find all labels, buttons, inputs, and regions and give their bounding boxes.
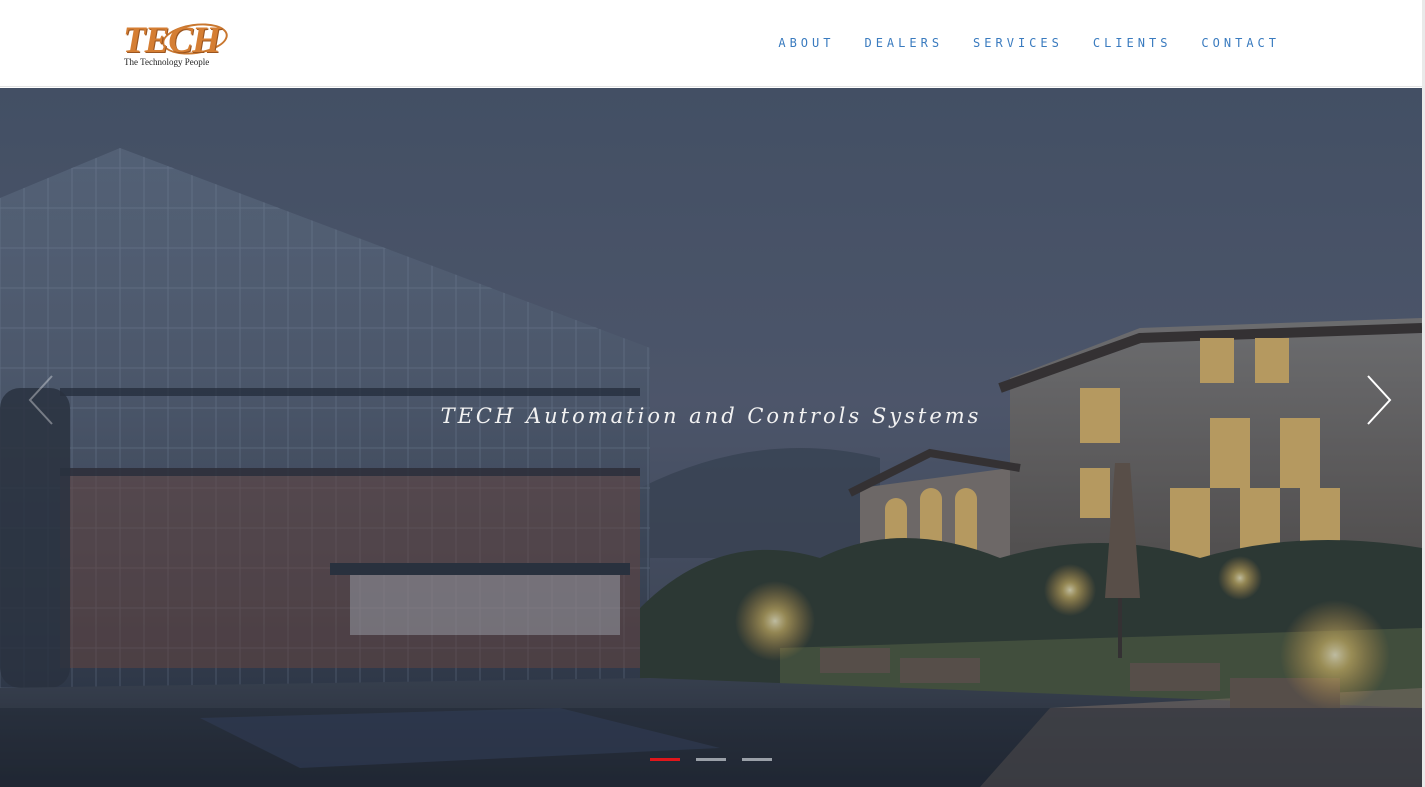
- slider-next-button[interactable]: [1360, 373, 1400, 428]
- site-logo[interactable]: TECH The Technology People: [122, 19, 232, 72]
- slide-indicator-3[interactable]: [742, 758, 772, 761]
- nav-dealers[interactable]: DEALERS: [864, 36, 943, 50]
- site-header: TECH The Technology People ABOUT DEALERS…: [0, 0, 1425, 87]
- logo-tagline: The Technology People: [124, 57, 210, 67]
- hero-overlay: [0, 88, 1422, 787]
- nav-clients[interactable]: CLIENTS: [1093, 36, 1172, 50]
- nav-services[interactable]: SERVICES: [973, 36, 1063, 50]
- chevron-left-icon: [28, 375, 53, 425]
- nav-about[interactable]: ABOUT: [778, 36, 834, 50]
- main-nav: ABOUT DEALERS SERVICES CLIENTS CONTACT: [748, 36, 1280, 50]
- chevron-right-icon: [1367, 375, 1392, 425]
- slider-prev-button[interactable]: [22, 373, 62, 428]
- nav-contact[interactable]: CONTACT: [1201, 36, 1280, 50]
- slider-pagination: [650, 758, 772, 761]
- logo-wordmark: TECH: [123, 20, 221, 61]
- hero-caption: TECH Automation and Controls Systems: [440, 404, 982, 428]
- slide-indicator-1[interactable]: [650, 758, 680, 761]
- hero-slider: TECH Automation and Controls Systems: [0, 88, 1422, 787]
- slide-indicator-2[interactable]: [696, 758, 726, 761]
